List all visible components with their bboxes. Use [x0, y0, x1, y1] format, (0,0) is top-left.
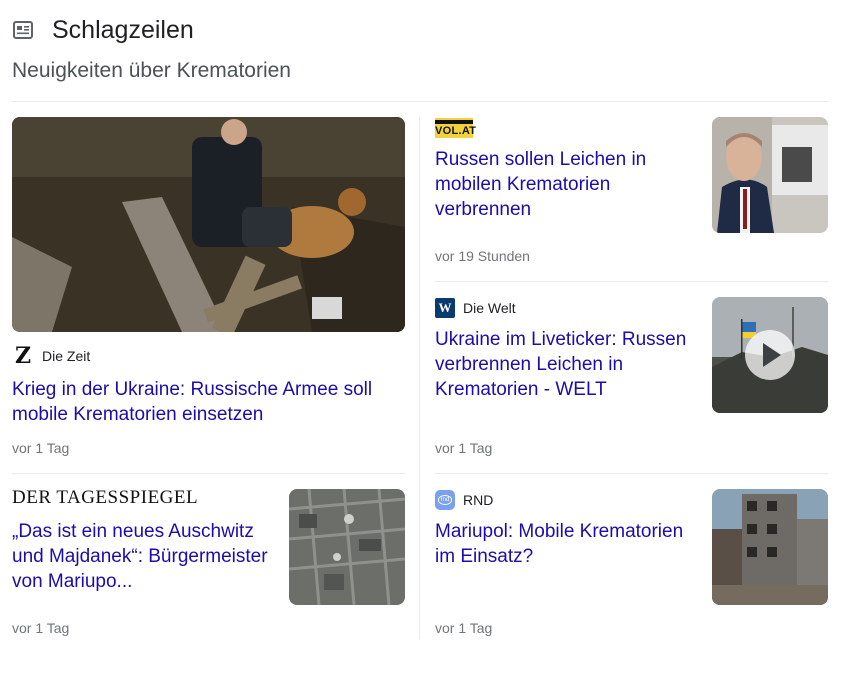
article-time: vor 1 Tag — [12, 440, 70, 456]
article-thumbnail[interactable] — [712, 489, 828, 605]
card-divider — [435, 281, 828, 282]
article-video-thumbnail[interactable] — [712, 297, 828, 413]
column-divider — [419, 117, 420, 639]
news-card-vol-at[interactable]: VOL.AT Russen sollen Leichen in mobilen … — [435, 117, 828, 267]
source-name: Die Welt — [463, 300, 516, 316]
article-headline-link[interactable]: Krieg in der Ukraine: Russische Armee so… — [12, 377, 405, 427]
article-time: vor 1 Tag — [435, 620, 493, 636]
section-subtitle: Neuigkeiten über Krematorien — [12, 59, 291, 82]
welt-logo-icon: W — [435, 298, 455, 318]
article-headline-link[interactable]: „Das ist ein neues Auschwitz und Majdane… — [12, 519, 277, 594]
article-time: vor 1 Tag — [435, 440, 493, 456]
zeit-logo-icon: Z — [14, 343, 32, 369]
article-headline-link[interactable]: Ukraine im Liveticker: Russen verbrennen… — [435, 327, 700, 402]
article-time: vor 19 Stunden — [435, 248, 530, 264]
card-divider — [435, 473, 828, 474]
news-card-tagesspiegel[interactable]: DER TAGESSPIEGEL „Das ist ein neues Ausc… — [12, 487, 405, 639]
article-headline-link[interactable]: Russen sollen Leichen in mobilen Kremato… — [435, 147, 700, 222]
source-name: Die Zeit — [42, 348, 91, 364]
headlines-header: Schlagzeilen Neuigkeiten über Krematorie… — [12, 14, 828, 83]
article-thumbnail[interactable] — [289, 489, 405, 605]
source-row: Z Die Zeit — [12, 343, 405, 369]
newspaper-icon — [12, 19, 34, 41]
rnd-logo-icon: rnd — [435, 490, 455, 510]
news-card-rnd[interactable]: rnd RND Mariupol: Mobile Krematorien im … — [435, 489, 828, 639]
source-row: VOL.AT — [435, 117, 700, 139]
news-card-zeit[interactable]: Z Die Zeit Krieg in der Ukraine: Russisc… — [12, 117, 405, 462]
source-row: rnd RND — [435, 489, 700, 511]
article-headline-link[interactable]: Mariupol: Mobile Krematorien im Einsatz? — [435, 519, 700, 569]
source-name: RND — [463, 492, 494, 508]
article-thumbnail[interactable] — [712, 117, 828, 233]
section-title: Schlagzeilen — [52, 15, 194, 44]
vol-at-logo-icon: VOL.AT — [435, 118, 476, 138]
article-time: vor 1 Tag — [12, 620, 70, 636]
source-row: DER TAGESSPIEGEL — [12, 487, 277, 508]
header-divider — [12, 101, 828, 102]
source-row: W Die Welt — [435, 297, 700, 319]
news-card-welt[interactable]: W Die Welt Ukraine im Liveticker: Russen… — [435, 297, 828, 462]
article-image[interactable] — [12, 117, 405, 332]
tagesspiegel-logo-icon: DER TAGESSPIEGEL — [12, 487, 199, 508]
card-divider — [12, 473, 405, 474]
